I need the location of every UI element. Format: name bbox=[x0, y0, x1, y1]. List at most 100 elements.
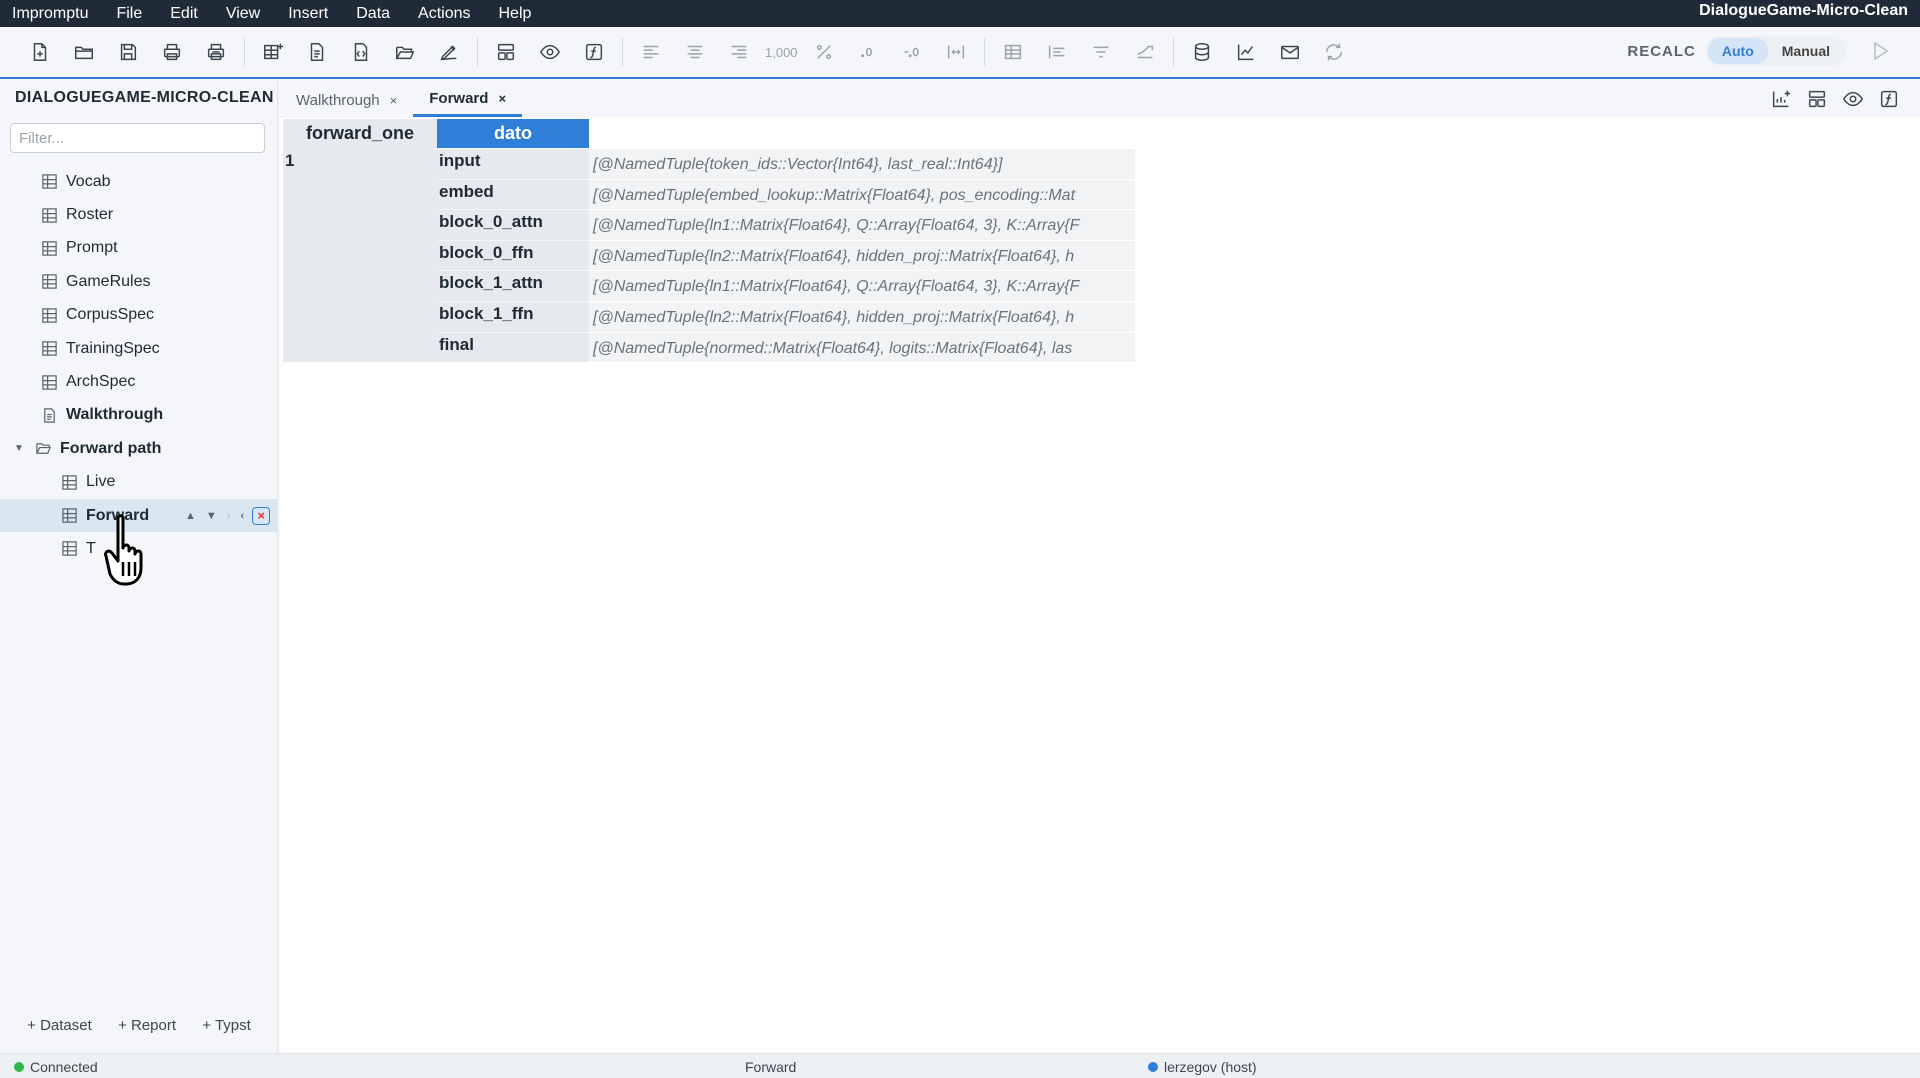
layout-icon[interactable] bbox=[488, 34, 524, 70]
decrease-decimal-icon[interactable] bbox=[850, 34, 886, 70]
grid-body: 1 input [@NamedTuple{token_ids::Vector{I… bbox=[283, 148, 1135, 363]
chevron-down-icon[interactable]: ▼ bbox=[14, 443, 24, 454]
sidebar-item-prompt[interactable]: Prompt bbox=[0, 232, 278, 265]
grid-header: forward_one dato bbox=[283, 119, 1135, 148]
percent-icon[interactable] bbox=[806, 34, 842, 70]
align-right-icon[interactable] bbox=[721, 34, 757, 70]
app-menu[interactable]: Impromptu bbox=[0, 0, 102, 27]
print-icon[interactable] bbox=[154, 34, 190, 70]
delete-icon[interactable]: × bbox=[252, 506, 271, 525]
row-key[interactable]: embed bbox=[437, 178, 589, 210]
menu-actions[interactable]: Actions bbox=[404, 0, 484, 27]
sidebar-item-archspec[interactable]: ArchSpec bbox=[0, 365, 278, 398]
add-typst-button[interactable]: + Typst bbox=[202, 1017, 251, 1034]
menu-help[interactable]: Help bbox=[485, 0, 546, 27]
add-report-button[interactable]: + Report bbox=[118, 1017, 176, 1034]
menu-data[interactable]: Data bbox=[342, 0, 404, 27]
row-value[interactable]: [@NamedTuple{ln2::Matrix{Float64}, hidde… bbox=[589, 300, 1135, 332]
column-header-dato[interactable]: dato bbox=[437, 119, 589, 148]
recalc-group: RECALC Auto Manual bbox=[1627, 36, 1892, 66]
folder-open-icon[interactable] bbox=[387, 34, 423, 70]
outdent-icon[interactable]: ‹ bbox=[240, 510, 244, 522]
eye-icon[interactable] bbox=[1840, 86, 1866, 112]
function-icon[interactable] bbox=[1876, 86, 1902, 112]
sidebar-title: DIALOGUEGAME-MICRO-CLEAN bbox=[15, 89, 274, 106]
move-down-icon[interactable]: ▼ bbox=[206, 510, 217, 522]
layout-icon[interactable] bbox=[1804, 86, 1830, 112]
recalc-auto-button[interactable]: Auto bbox=[1707, 38, 1768, 64]
code-file-icon[interactable] bbox=[343, 34, 379, 70]
sort-icon[interactable] bbox=[1127, 34, 1163, 70]
sidebar-item-roster[interactable]: Roster bbox=[0, 198, 278, 231]
user-dot-icon bbox=[1148, 1062, 1158, 1072]
move-up-icon[interactable]: ▲ bbox=[185, 510, 196, 522]
column-header-forward-one[interactable]: forward_one bbox=[283, 119, 437, 148]
row-value[interactable]: [@NamedTuple{token_ids::Vector{Int64}, l… bbox=[589, 148, 1135, 179]
group-columns-icon[interactable] bbox=[1039, 34, 1075, 70]
table-icon bbox=[40, 273, 58, 291]
sidebar-item-gamerules[interactable]: GameRules bbox=[0, 265, 278, 298]
tab-bar: Walkthrough × Forward × bbox=[280, 81, 523, 117]
indent-icon[interactable]: › bbox=[227, 510, 231, 522]
align-left-icon[interactable] bbox=[633, 34, 669, 70]
tab-label: Forward bbox=[429, 90, 489, 107]
sidebar-item-live[interactable]: Live bbox=[0, 466, 278, 499]
row-key[interactable]: input bbox=[437, 148, 589, 179]
new-file-icon[interactable] bbox=[22, 34, 58, 70]
function-icon[interactable] bbox=[576, 34, 612, 70]
menu-edit[interactable]: Edit bbox=[156, 0, 212, 27]
table-icon bbox=[40, 340, 58, 358]
print-preview-icon[interactable] bbox=[198, 34, 234, 70]
pen-icon[interactable] bbox=[431, 34, 467, 70]
row-key[interactable]: block_1_attn bbox=[437, 270, 589, 301]
number-format-button[interactable]: 1,000 bbox=[765, 45, 798, 60]
save-icon[interactable] bbox=[110, 34, 146, 70]
sidebar-item-label: Roster bbox=[66, 206, 114, 224]
line-chart-icon[interactable] bbox=[1228, 34, 1264, 70]
row-key[interactable]: block_1_ffn bbox=[437, 300, 589, 332]
database-icon[interactable] bbox=[1184, 34, 1220, 70]
filter-input[interactable] bbox=[10, 123, 265, 153]
align-center-icon[interactable] bbox=[677, 34, 713, 70]
increase-decimal-icon[interactable] bbox=[894, 34, 930, 70]
freeze-columns-icon[interactable] bbox=[995, 34, 1031, 70]
user-status: lerzegov (host) bbox=[1148, 1059, 1257, 1075]
row-key[interactable]: final bbox=[437, 331, 589, 363]
close-icon[interactable]: × bbox=[498, 91, 506, 106]
row-value[interactable]: [@NamedTuple{embed_lookup::Matrix{Float6… bbox=[589, 178, 1135, 210]
row-key[interactable]: block_0_ffn bbox=[437, 239, 589, 271]
row-value[interactable]: [@NamedTuple{normed::Matrix{Float64}, lo… bbox=[589, 331, 1135, 363]
menu-insert[interactable]: Insert bbox=[274, 0, 342, 27]
add-document-icon[interactable] bbox=[299, 34, 335, 70]
close-icon[interactable]: × bbox=[390, 93, 398, 108]
row-value[interactable]: [@NamedTuple{ln2::Matrix{Float64}, hidde… bbox=[589, 239, 1135, 271]
recalc-manual-button[interactable]: Manual bbox=[1768, 38, 1844, 64]
add-dataset-button[interactable]: + Dataset bbox=[27, 1017, 92, 1034]
tab-walkthrough[interactable]: Walkthrough × bbox=[280, 83, 413, 117]
sidebar-item-trainingspec[interactable]: TrainingSpec bbox=[0, 332, 278, 365]
add-table-icon[interactable] bbox=[255, 34, 291, 70]
add-chart-icon[interactable] bbox=[1768, 86, 1794, 112]
sidebar-item-walkthrough[interactable]: Walkthrough bbox=[0, 399, 278, 432]
row-number[interactable]: 1 bbox=[283, 148, 437, 362]
sidebar-item-label: Forward path bbox=[60, 439, 162, 457]
sidebar-folder-forward-path[interactable]: ▼ Forward path bbox=[0, 432, 278, 465]
sidebar-item-corpusspec[interactable]: CorpusSpec bbox=[0, 299, 278, 332]
sidebar-item-vocab[interactable]: Vocab bbox=[0, 165, 278, 198]
tab-forward[interactable]: Forward × bbox=[413, 83, 523, 117]
mail-icon[interactable] bbox=[1272, 34, 1308, 70]
row-value[interactable]: [@NamedTuple{ln1::Matrix{Float64}, Q::Ar… bbox=[589, 209, 1135, 240]
row-value[interactable]: [@NamedTuple{ln1::Matrix{Float64}, Q::Ar… bbox=[589, 270, 1135, 301]
column-width-icon[interactable] bbox=[938, 34, 974, 70]
table-icon bbox=[40, 239, 58, 257]
eye-icon[interactable] bbox=[532, 34, 568, 70]
refresh-icon[interactable] bbox=[1316, 34, 1352, 70]
menu-view[interactable]: View bbox=[212, 0, 274, 27]
table-icon bbox=[60, 473, 78, 491]
open-folder-icon[interactable] bbox=[66, 34, 102, 70]
toolbar: 1,000 RECALC Auto Manual bbox=[0, 27, 1920, 79]
row-key[interactable]: block_0_attn bbox=[437, 209, 589, 240]
filter-rows-icon[interactable] bbox=[1083, 34, 1119, 70]
run-icon[interactable] bbox=[1868, 39, 1892, 63]
menu-file[interactable]: File bbox=[102, 0, 156, 27]
